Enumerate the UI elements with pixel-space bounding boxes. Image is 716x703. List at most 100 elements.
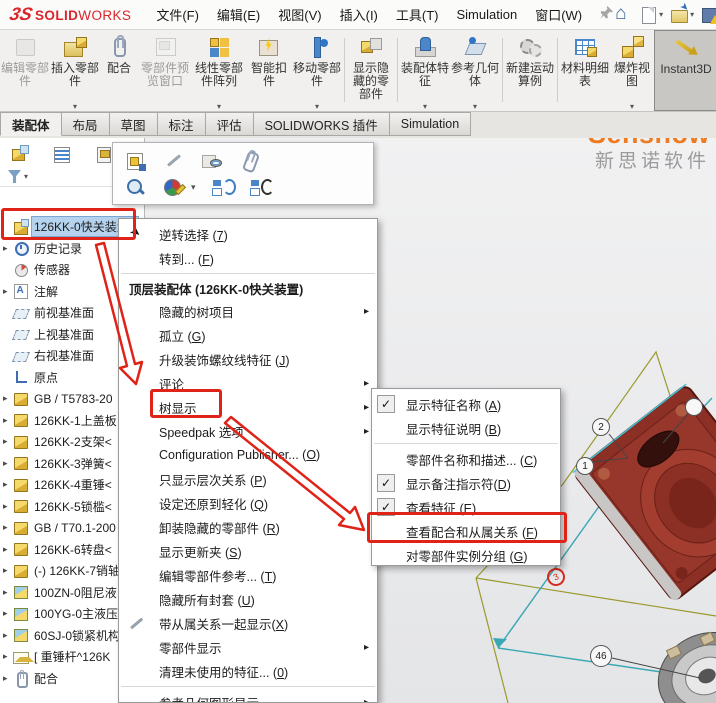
home-button[interactable] (614, 6, 632, 24)
ribbon-tab[interactable]: Simulation (390, 112, 471, 136)
ribbon-tab[interactable]: 评估 (206, 112, 254, 136)
menu-bar-item[interactable]: 编辑(E) (217, 5, 260, 24)
ribbon-button[interactable]: 移动零部件 ▾ (292, 30, 342, 111)
context-menu-item[interactable]: Speedpak 选项 ▸ (119, 419, 377, 443)
context-menu-item[interactable]: 隐藏的树项目 ▸ (119, 299, 377, 323)
context-menu-item[interactable]: 编辑零部件参考... (T) ▸ (119, 563, 377, 587)
context-menu-item[interactable]: 评论 ▸ (119, 371, 377, 395)
expand-arrow-icon[interactable]: ▸ (3, 587, 13, 598)
chevron-down-icon[interactable]: ▾ (217, 102, 221, 111)
chevron-down-icon[interactable]: ▾ (24, 172, 28, 181)
expand-arrow-icon[interactable]: ▸ (3, 544, 13, 555)
context-menu-item[interactable]: 孤立 (G) ▸ (119, 323, 377, 347)
ribbon-button[interactable]: Instant3D ▾ (654, 30, 716, 111)
context-toolbar-button[interactable] (239, 150, 261, 172)
chevron-down-icon[interactable]: ▾ (423, 102, 427, 111)
context-menu-item[interactable]: 清理未使用的特征... (0) ▸ (119, 659, 377, 683)
context-menu-item[interactable]: ▸ (119, 270, 377, 277)
expand-arrow-icon[interactable]: ▸ (3, 673, 13, 684)
property-manager-tab-icon[interactable] (52, 145, 72, 163)
open-button[interactable]: ▾ (670, 6, 694, 24)
magnify-icon[interactable] (125, 177, 147, 199)
context-toolbar-button[interactable] (163, 150, 185, 172)
context-toolbar-button[interactable] (201, 150, 223, 172)
context-menu-item[interactable]: 设定还原到轻化 (Q) ▸ (119, 491, 377, 515)
expand-arrow-icon[interactable]: ▸ (3, 458, 13, 469)
expand-arrow-icon[interactable]: ▸ (3, 501, 13, 512)
ribbon-tab[interactable]: 标注 (158, 112, 206, 136)
ribbon-button[interactable]: 智能扣件 ▾ (246, 30, 292, 111)
menu-bar-item[interactable]: 视图(V) (278, 5, 321, 24)
ribbon-tab[interactable]: 装配体 (0, 112, 62, 136)
submenu-item[interactable]: ✓ (372, 440, 560, 447)
menu-bar-item[interactable]: 工具(T) (396, 5, 439, 24)
appearance-icon[interactable] (163, 177, 185, 199)
ribbon-button[interactable]: 线性零部件阵列 ▾ (192, 30, 246, 111)
submenu-item[interactable]: ✓ 显示特征名称 (A) (372, 392, 560, 416)
expand-arrow-icon[interactable]: ▸ (3, 243, 13, 254)
configuration-manager-tab-icon[interactable] (94, 145, 114, 163)
submenu-item[interactable]: ✓ 显示备注指示符(D) (372, 471, 560, 495)
reorder-components-icon[interactable] (250, 177, 272, 199)
context-menu-item[interactable]: Configuration Publisher... (O) ▸ (119, 443, 377, 467)
chevron-down-icon[interactable]: ▾ (73, 102, 77, 111)
context-menu-item[interactable]: 只显示层次关系 (P) ▸ (119, 467, 377, 491)
ribbon-button[interactable]: 爆炸视图 ▾ (610, 30, 654, 111)
temporary-fix-icon[interactable] (212, 177, 234, 199)
chevron-down-icon[interactable]: ▾ (690, 10, 694, 19)
context-menu-item[interactable]: 参考几何图形显示 ▸ (119, 690, 377, 703)
context-menu-item[interactable]: 卸装隐藏的零部件 (R) ▸ (119, 515, 377, 539)
ribbon-button[interactable]: 显示隐藏的零部件 ▾ (347, 30, 395, 111)
context-menu-item[interactable]: 逆转选择 (7) ▸ (119, 222, 377, 246)
ribbon-button[interactable]: 新建运动算例 ▾ (505, 30, 555, 111)
menu-bar-item[interactable]: 文件(F) (156, 5, 199, 24)
context-menu-item[interactable]: 零部件显示 ▸ (119, 635, 377, 659)
chevron-down-icon[interactable]: ▾ (659, 10, 663, 19)
menu-bar-item[interactable]: 窗口(W) (535, 5, 582, 24)
menu-bar-item[interactable]: 插入(I) (340, 5, 378, 24)
expand-arrow-icon[interactable]: ▸ (3, 479, 13, 490)
ribbon-button[interactable]: 零部件预览窗口 ▾ (138, 30, 192, 111)
context-menu-item[interactable]: ▸ (119, 683, 377, 690)
ribbon-button[interactable]: 参考几何体 ▾ (450, 30, 500, 111)
submenu-item[interactable]: ✓ 查看特征 (E) (372, 495, 560, 519)
context-toolbar-button[interactable] (125, 150, 147, 172)
context-menu-item[interactable]: 升级装饰螺纹线特征 (J) ▸ (119, 347, 377, 371)
expand-arrow-icon[interactable]: ▸ (3, 565, 13, 576)
ribbon-tab[interactable]: 草图 (110, 112, 158, 136)
submenu-item[interactable]: ✓ 显示特征说明 (B) (372, 416, 560, 440)
chevron-down-icon[interactable]: ▾ (191, 182, 196, 193)
submenu-item[interactable]: ✓ 查看配合和从属关系 (F) (372, 519, 560, 543)
expand-arrow-icon[interactable]: ▸ (3, 436, 13, 447)
chevron-down-icon[interactable]: ▾ (315, 102, 319, 111)
expand-arrow-icon[interactable]: ▸ (3, 286, 13, 297)
new-document-button[interactable]: ▾ (639, 6, 663, 24)
expand-arrow-icon[interactable]: ▸ (3, 651, 13, 662)
submenu-item[interactable]: ✓ 零部件名称和描述... (C) (372, 447, 560, 471)
ribbon-button[interactable]: 配合 ▾ (100, 30, 138, 111)
ribbon-tab[interactable]: 布局 (62, 112, 110, 136)
menu-bar-item[interactable]: Simulation (457, 7, 518, 22)
chevron-down-icon[interactable]: ▾ (630, 102, 634, 111)
context-menu-item[interactable]: 显示更新夹 (S) ▸ (119, 539, 377, 563)
pin-menu-icon[interactable] (599, 5, 614, 25)
expand-arrow-icon[interactable]: ▸ (3, 608, 13, 619)
ribbon-button[interactable]: 插入零部件 ▾ (50, 30, 100, 111)
expand-arrow-icon[interactable]: ▸ (3, 630, 13, 641)
ribbon-button[interactable]: 装配体特征 ▾ (400, 30, 450, 111)
ribbon-button[interactable]: 材料明细表 ▾ (560, 30, 610, 111)
context-menu-item[interactable]: 转到... (F) ▸ (119, 246, 377, 270)
save-button[interactable] (701, 6, 716, 24)
feature-tree-tab-icon[interactable] (10, 145, 30, 163)
expand-arrow-icon[interactable]: ▸ (3, 393, 13, 404)
context-menu-item[interactable]: 带从属关系一起显示(X) ▸ (119, 611, 377, 635)
expand-arrow-icon[interactable]: ▸ (3, 522, 13, 533)
ribbon-button[interactable]: 编辑零部件 ▾ (0, 30, 50, 111)
submenu-item[interactable]: ✓ 对零部件实例分组 (G) (372, 543, 560, 566)
context-menu-item[interactable]: 隐藏所有封套 (U) ▸ (119, 587, 377, 611)
filter-funnel-icon[interactable] (8, 170, 21, 183)
ribbon-tab[interactable]: SOLIDWORKS 插件 (254, 112, 390, 136)
chevron-down-icon[interactable]: ▾ (473, 102, 477, 111)
context-menu-item[interactable]: 顶层装配体 (126KK-0快关装置) ▸ (119, 277, 377, 299)
expand-arrow-icon[interactable]: ▸ (3, 415, 13, 426)
